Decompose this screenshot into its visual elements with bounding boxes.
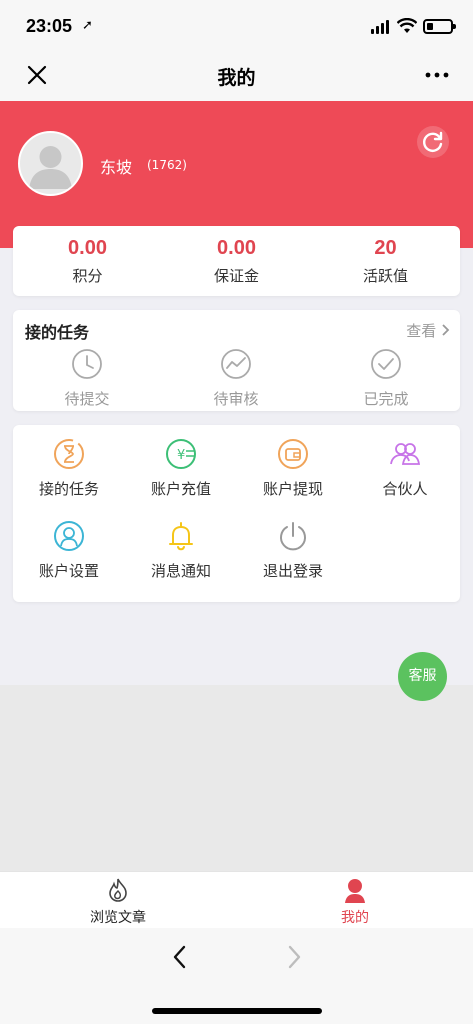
view-all-link[interactable]: 查看 bbox=[406, 320, 450, 341]
menu-label: 账户充值 bbox=[150, 480, 211, 498]
stats-card: 0.00 积分 0.00 保证金 20 活跃值 bbox=[13, 226, 460, 296]
back-icon[interactable] bbox=[168, 944, 192, 970]
user-settings-icon bbox=[54, 521, 84, 551]
menu-label: 账户提现 bbox=[262, 480, 323, 498]
content-background bbox=[0, 685, 473, 871]
status-time: 23:05 bbox=[26, 16, 73, 36]
menu-item-partner[interactable]: 合伙人 bbox=[349, 437, 461, 499]
stat-deposit[interactable]: 0.00 保证金 bbox=[162, 226, 311, 286]
menu-label: 退出登录 bbox=[262, 562, 323, 580]
wifi-icon bbox=[397, 18, 417, 33]
stat-activity[interactable]: 20 活跃值 bbox=[311, 226, 460, 286]
tab-browse-articles[interactable]: 浏览文章 bbox=[0, 872, 236, 929]
power-icon bbox=[280, 522, 306, 551]
stat-value: 0.00 bbox=[217, 237, 256, 259]
profile-icon bbox=[345, 879, 365, 903]
user-id: (1762) bbox=[147, 158, 187, 172]
menu-label: 账户设置 bbox=[38, 562, 99, 580]
menu-label: 接的任务 bbox=[38, 480, 99, 498]
menu-label: 合伙人 bbox=[382, 480, 428, 498]
menu-card: 接的任务 ¥ 账户充值 账户提现 合伙人 账户设置 消息通知 退出登录 bbox=[13, 425, 460, 602]
menu-item-withdraw[interactable]: 账户提现 bbox=[237, 437, 349, 499]
cellular-signal-icon bbox=[371, 20, 391, 34]
menu-item-recharge[interactable]: ¥ 账户充值 bbox=[125, 437, 237, 499]
task-pending-review[interactable]: 待审核 bbox=[186, 348, 286, 409]
menu-item-notifications[interactable]: 消息通知 bbox=[125, 519, 237, 581]
tasks-title: 接的任务 bbox=[25, 323, 90, 342]
tab-label: 浏览文章 bbox=[90, 910, 146, 926]
task-completed[interactable]: 已完成 bbox=[336, 348, 436, 409]
yen-card-icon: ¥ bbox=[166, 439, 196, 469]
default-avatar-icon bbox=[29, 146, 72, 189]
flame-icon bbox=[109, 878, 127, 902]
svg-text:¥: ¥ bbox=[177, 448, 185, 463]
trend-icon bbox=[221, 349, 251, 379]
hourglass-icon bbox=[54, 439, 84, 469]
battery-icon bbox=[423, 19, 456, 34]
avatar[interactable] bbox=[18, 131, 83, 196]
task-label: 待审核 bbox=[213, 390, 259, 408]
page-title: 我的 bbox=[217, 67, 256, 89]
task-label: 待提交 bbox=[64, 390, 110, 408]
tasks-card: 接的任务 查看 待提交 待审核 已完成 bbox=[13, 310, 460, 411]
wallet-icon bbox=[278, 439, 308, 469]
tab-bar: 浏览文章 我的 bbox=[0, 871, 473, 928]
menu-item-logout[interactable]: 退出登录 bbox=[237, 519, 349, 581]
stat-label: 活跃值 bbox=[362, 267, 408, 285]
location-arrow-icon: ➚ bbox=[82, 18, 93, 33]
more-options-icon[interactable] bbox=[422, 62, 452, 88]
user-name: 东坡 bbox=[100, 158, 133, 177]
stat-points[interactable]: 0.00 积分 bbox=[13, 226, 162, 286]
stat-value: 20 bbox=[374, 237, 397, 259]
refresh-button[interactable] bbox=[417, 126, 449, 158]
chevron-right-icon bbox=[442, 324, 450, 336]
partners-icon bbox=[390, 443, 421, 465]
task-pending-submit[interactable]: 待提交 bbox=[37, 348, 137, 409]
customer-service-button[interactable]: 客服 bbox=[398, 652, 447, 701]
status-bar: 23:05 ➚ bbox=[0, 0, 473, 50]
menu-item-account-settings[interactable]: 账户设置 bbox=[13, 519, 125, 581]
clock-icon bbox=[72, 349, 102, 379]
stat-label: 积分 bbox=[72, 267, 103, 285]
task-label: 已完成 bbox=[363, 390, 409, 408]
refresh-icon bbox=[423, 131, 443, 152]
check-circle-icon bbox=[371, 349, 401, 379]
stat-label: 保证金 bbox=[213, 267, 259, 285]
tab-label: 我的 bbox=[341, 910, 369, 926]
tab-mine[interactable]: 我的 bbox=[237, 872, 473, 929]
home-indicator bbox=[152, 1008, 322, 1014]
view-all-label: 查看 bbox=[406, 322, 437, 340]
stat-value: 0.00 bbox=[68, 237, 107, 259]
nav-bar: 我的 bbox=[0, 50, 473, 101]
bell-icon bbox=[169, 522, 193, 551]
menu-label: 消息通知 bbox=[150, 562, 211, 580]
browser-toolbar bbox=[0, 928, 473, 1024]
forward-icon[interactable] bbox=[282, 944, 306, 970]
menu-item-my-tasks[interactable]: 接的任务 bbox=[13, 437, 125, 499]
